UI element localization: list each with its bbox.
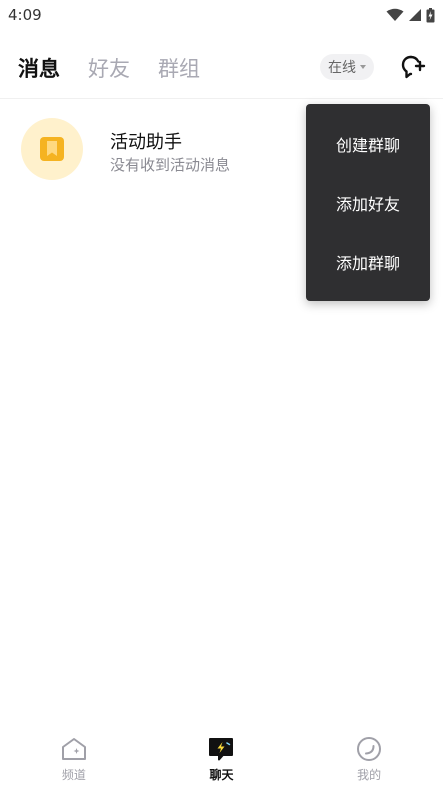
bookmark-icon bbox=[40, 137, 64, 161]
home-channel-icon bbox=[61, 738, 86, 760]
tab-friends[interactable]: 好友 bbox=[88, 53, 130, 83]
menu-item-create-group[interactable]: 创建群聊 bbox=[306, 114, 430, 173]
nav-label-profile: 我的 bbox=[357, 768, 382, 782]
add-person-icon bbox=[401, 55, 426, 79]
popup-menu: 创建群聊 添加好友 添加群聊 bbox=[306, 104, 430, 301]
online-status-selector[interactable]: 在线 bbox=[320, 54, 374, 80]
wifi-icon bbox=[386, 8, 404, 21]
nav-item-channel[interactable]: 频道 bbox=[24, 728, 124, 783]
menu-item-add-friend[interactable]: 添加好友 bbox=[306, 173, 430, 232]
tab-messages[interactable]: 消息 bbox=[18, 53, 60, 83]
battery-icon bbox=[426, 7, 435, 22]
menu-item-join-group[interactable]: 添加群聊 bbox=[306, 232, 430, 291]
nav-label-channel: 频道 bbox=[61, 768, 86, 782]
header-divider bbox=[0, 98, 443, 99]
conversation-title: 活动助手 bbox=[110, 132, 182, 153]
nav-item-chat[interactable]: 聊天 bbox=[171, 728, 271, 783]
bottom-navigation: 频道 聊天 我的 bbox=[0, 728, 443, 789]
header: 消息 好友 群组 在线 bbox=[0, 40, 443, 96]
nav-item-profile[interactable]: 我的 bbox=[319, 728, 419, 783]
tab-groups[interactable]: 群组 bbox=[158, 53, 200, 83]
chat-bolt-icon bbox=[209, 738, 234, 761]
caret-down-icon bbox=[360, 65, 366, 69]
system-icons bbox=[386, 7, 435, 23]
online-status-label: 在线 bbox=[328, 60, 356, 76]
status-bar: 4:09 bbox=[0, 0, 443, 30]
add-contact-button[interactable] bbox=[398, 52, 428, 82]
nav-label-chat: 聊天 bbox=[209, 768, 234, 782]
conversation-subtitle: 没有收到活动消息 bbox=[110, 156, 231, 174]
profile-circle-icon bbox=[357, 737, 382, 761]
signal-icon bbox=[409, 9, 421, 21]
status-time: 4:09 bbox=[8, 6, 42, 24]
avatar bbox=[21, 118, 83, 180]
